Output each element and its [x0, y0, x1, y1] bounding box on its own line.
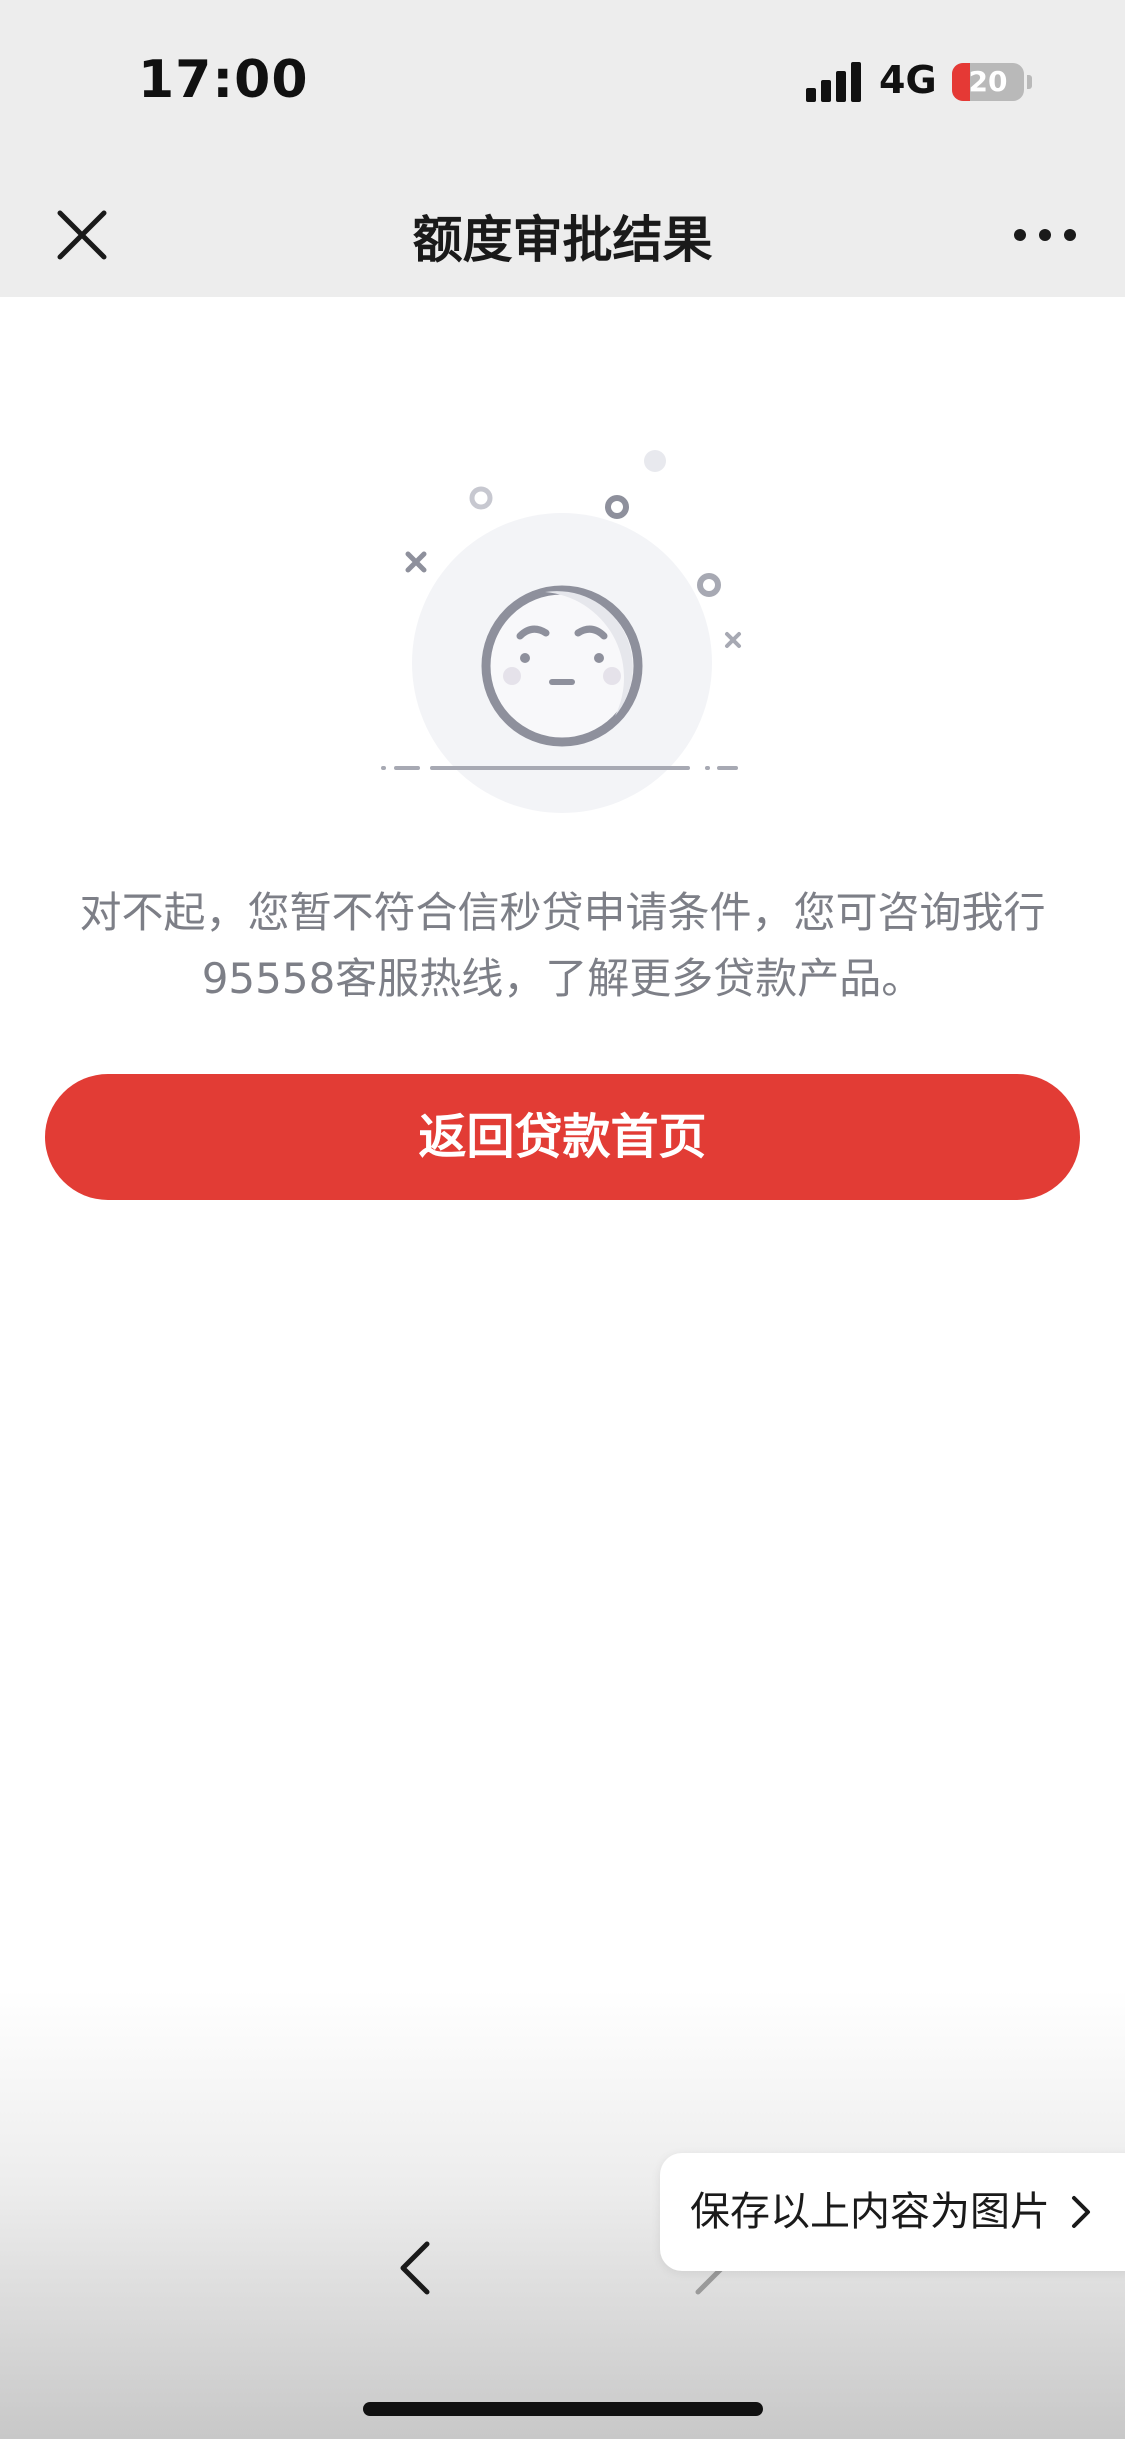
page-title: 额度审批结果: [412, 211, 713, 269]
more-icon[interactable]: [1010, 220, 1080, 250]
battery-cap: [1027, 75, 1032, 89]
chevron-left-icon[interactable]: [395, 2238, 435, 2298]
sad-face-icon: [381, 450, 741, 813]
network-type: 4G: [879, 58, 937, 102]
status-time: 17:00: [138, 50, 309, 110]
battery-level: 20: [968, 65, 1008, 98]
signal-icon: [806, 62, 861, 102]
save-as-image-button[interactable]: 保存以上内容为图片: [660, 2153, 1125, 2271]
chevron-right-icon: [1072, 2196, 1090, 2228]
result-message: 对不起，您暂不符合信秒贷申请条件，您可咨询我行95558客服热线，了解更多贷款产…: [79, 888, 1046, 1003]
battery-icon: 20: [952, 63, 1024, 101]
home-indicator: [363, 2402, 763, 2416]
back-to-loan-home-button[interactable]: 返回贷款首页: [45, 1074, 1080, 1200]
save-as-image-label: 保存以上内容为图片: [690, 2189, 1050, 2235]
